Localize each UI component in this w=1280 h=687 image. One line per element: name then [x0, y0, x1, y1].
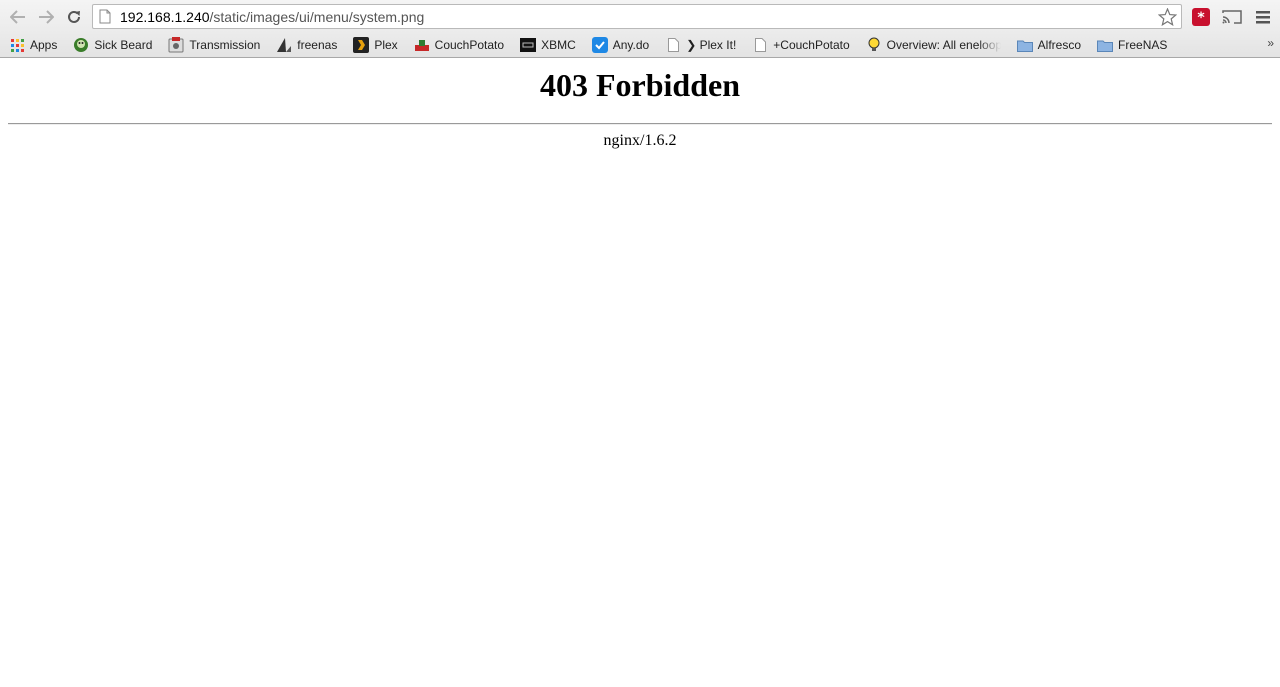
bookmark-label: Sick Beard [94, 38, 153, 52]
bookmarks-overflow-chevron[interactable]: » [1267, 36, 1274, 50]
bookmark-folder-freenas[interactable]: FreeNAS [1097, 35, 1167, 55]
apps-grid-icon [9, 37, 25, 53]
forward-button[interactable] [32, 3, 60, 31]
bookmark-label: Alfresco [1037, 38, 1082, 52]
lightbulb-icon [866, 37, 882, 53]
hamburger-menu-icon [1256, 10, 1270, 23]
bookmark-transmission[interactable]: Transmission [168, 35, 260, 55]
plex-icon [353, 37, 370, 53]
bookmark-couchpotato[interactable]: CouchPotato [414, 35, 504, 55]
bookmark-label: CouchPotato [434, 38, 505, 52]
extension-area: * [1190, 6, 1274, 28]
page-icon [99, 9, 111, 24]
bookmark-label: Any.do [612, 38, 650, 52]
browser-toolbar: 192.168.1.240/static/images/ui/menu/syst… [0, 0, 1280, 33]
folder-icon [1016, 37, 1033, 53]
forward-arrow-icon [39, 9, 54, 24]
bookmark-overview-eneloop[interactable]: Overview: All eneloop [866, 35, 1001, 55]
lastpass-extension-button[interactable]: * [1190, 6, 1212, 28]
freenas-shark-icon [276, 37, 292, 53]
back-button[interactable] [4, 3, 32, 31]
address-bar[interactable]: 192.168.1.240/static/images/ui/menu/syst… [92, 4, 1182, 29]
bookmark-label: Apps [30, 38, 58, 52]
reload-button[interactable] [60, 3, 88, 31]
transmission-icon [168, 37, 184, 53]
folder-icon [1097, 37, 1114, 53]
bookmark-apps[interactable]: Apps [9, 35, 57, 55]
bookmark-label: Transmission [189, 38, 261, 52]
bookmark-freenas[interactable]: freenas [276, 35, 337, 55]
page-icon [665, 37, 681, 53]
bookmark-label: Plex [374, 38, 398, 52]
cast-button[interactable] [1221, 6, 1243, 28]
couchpotato-icon [414, 37, 430, 53]
bookmark-xbmc[interactable]: XBMC [520, 35, 576, 55]
bookmark-anydo[interactable]: Any.do [591, 35, 650, 55]
xbmc-icon [520, 37, 537, 53]
bookmark-label: Overview: All eneloop [886, 38, 1001, 52]
lastpass-icon: * [1192, 8, 1210, 26]
bookmark-label: XBMC [541, 38, 576, 52]
chrome-menu-button[interactable] [1252, 6, 1274, 28]
bookmark-star-icon[interactable] [1158, 8, 1177, 26]
bookmarks-bar: Apps Sick Beard Transmission freenas Ple… [0, 33, 1280, 58]
page-icon [752, 37, 768, 53]
page-content: 403 Forbidden nginx/1.6.2 [0, 58, 1280, 687]
bookmark-plex-it[interactable]: ❯ Plex It! [665, 35, 736, 55]
url-path: /static/images/ui/menu/system.png [209, 8, 425, 25]
horizontal-rule [8, 123, 1272, 125]
sick-beard-icon [73, 37, 89, 53]
bookmark-label: +CouchPotato [773, 38, 850, 52]
bookmark-sick-beard[interactable]: Sick Beard [73, 35, 152, 55]
url-host: 192.168.1.240 [120, 8, 210, 25]
svg-text:*: * [1197, 10, 1205, 26]
bookmark-label: freenas [297, 38, 338, 52]
cast-icon [1222, 10, 1242, 24]
reload-icon [68, 10, 80, 23]
bookmark-label: ❯ Plex It! [686, 38, 737, 52]
server-signature: nginx/1.6.2 [603, 132, 677, 149]
bookmark-plex[interactable]: Plex [353, 35, 398, 55]
bookmark-folder-alfresco[interactable]: Alfresco [1016, 35, 1082, 55]
error-heading: 403 Forbidden [539, 67, 741, 103]
bookmark-label: FreeNAS [1118, 38, 1168, 52]
anydo-icon [591, 37, 608, 53]
bookmark-plus-couchpotato[interactable]: +CouchPotato [752, 35, 850, 55]
back-arrow-icon [10, 9, 25, 24]
url-text[interactable]: 192.168.1.240/static/images/ui/menu/syst… [120, 9, 424, 25]
